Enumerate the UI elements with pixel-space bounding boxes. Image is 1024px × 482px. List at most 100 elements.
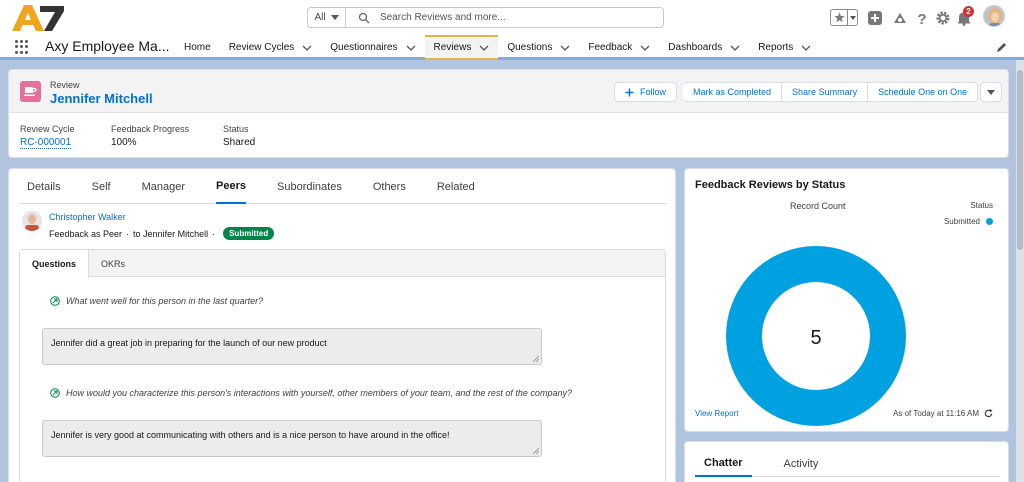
gear-icon[interactable] — [934, 9, 952, 27]
chevron-down-icon[interactable] — [302, 45, 312, 51]
search-input[interactable] — [380, 12, 660, 23]
trailhead-icon[interactable] — [891, 9, 909, 27]
tab-activity[interactable]: Activity — [775, 450, 828, 477]
nav-item-label: Questionnaires — [330, 42, 398, 53]
question-label: How would you characterize this person's… — [66, 388, 572, 398]
resize-grip-icon[interactable] — [532, 447, 539, 454]
refresh-icon[interactable] — [984, 409, 993, 418]
chart-measure-label: Record Count — [790, 201, 846, 211]
tab-okrs[interactable]: OKRs — [89, 250, 137, 277]
question-text: What went well for this person in the la… — [50, 296, 263, 306]
feedback-status-chart-card: Feedback Reviews by Status Record Count … — [684, 168, 1009, 432]
tab-peers[interactable]: Peers — [216, 169, 246, 204]
question-arrow-icon — [50, 388, 60, 398]
nav-item-reports[interactable]: Reports — [749, 35, 820, 60]
separator: · — [212, 228, 216, 239]
chevron-down-icon[interactable] — [730, 45, 740, 51]
status-label: Status — [223, 124, 249, 134]
review-tabs: Details Self Manager Peers Subordinates Other… — [19, 169, 667, 204]
resize-grip-icon[interactable] — [532, 355, 539, 362]
status-badge: Submitted — [223, 227, 275, 240]
favorites-dropdown-button[interactable] — [848, 10, 857, 25]
legend-dot — [986, 218, 993, 225]
feedback-progress-value: 100% — [111, 137, 137, 148]
search-scope-label: All — [314, 12, 326, 23]
chatter-tabs: Chatter Activity — [695, 450, 1000, 477]
feedback-progress-field: Feedback Progress 100% — [111, 124, 189, 148]
chevron-down-icon — [987, 89, 996, 95]
nav-item-label: Review Cycles — [228, 42, 295, 53]
cup-icon — [24, 87, 37, 96]
chevron-down-icon — [330, 15, 339, 20]
nav-item-questionnaires[interactable]: Questionnaires — [321, 35, 424, 60]
nav-item-label: Home — [184, 42, 211, 53]
feedback-type: Feedback as Peer — [49, 228, 123, 239]
chatter-card: Chatter Activity — [684, 441, 1009, 482]
as-of-label: As of Today at 11:16 AM — [893, 409, 979, 418]
nav-item-label: Feedback — [588, 42, 633, 53]
nav-item-review-cycles[interactable]: Review Cycles — [220, 35, 322, 60]
app-launcher-icon[interactable] — [15, 40, 29, 54]
chevron-down-icon[interactable] — [479, 45, 489, 51]
user-avatar[interactable] — [983, 5, 1005, 27]
questions-card: Questions OKRs What went well for this pe… — [19, 249, 666, 482]
donut-chart: 5 — [726, 246, 906, 426]
global-search: All — [307, 7, 664, 28]
a7-logo-icon[interactable] — [10, 3, 66, 33]
edit-nav-icon[interactable] — [996, 42, 1007, 53]
chart-timestamp: As of Today at 11:16 AM — [893, 409, 993, 418]
review-record-icon — [20, 81, 41, 102]
question-label: What went well for this person in the la… — [66, 296, 264, 306]
review-cycle-label: Review Cycle — [20, 124, 75, 134]
search-scope-dropdown[interactable]: All — [308, 8, 346, 27]
nav-item-label: Reports — [758, 42, 794, 53]
help-icon[interactable]: ? — [913, 9, 931, 27]
global-create-icon[interactable] — [866, 9, 884, 27]
tab-subordinates[interactable]: Subordinates — [277, 169, 342, 204]
chevron-down-icon[interactable] — [406, 45, 416, 51]
mark-completed-button[interactable]: Mark as Completed — [683, 82, 783, 102]
record-highlights: Review Jennifer Mitchell Follow Mark as … — [8, 69, 1009, 158]
tab-details[interactable]: Details — [27, 169, 61, 204]
nav-items: Home Review Cycles Questionnaires Reviews Qu… — [175, 35, 820, 60]
legend-label: Submitted — [943, 217, 980, 226]
more-actions-button[interactable] — [980, 82, 1003, 102]
feedback-meta: Feedback as Peer · to Jennifer Mitchell … — [49, 227, 275, 240]
nav-item-reviews[interactable]: Reviews — [424, 35, 499, 60]
scrollbar-thumb[interactable] — [1017, 70, 1023, 250]
chevron-down-icon[interactable] — [560, 45, 570, 51]
star-icon — [833, 12, 845, 23]
chevron-down-icon[interactable] — [640, 45, 650, 51]
share-summary-button[interactable]: Share Summary — [782, 82, 869, 102]
tab-related[interactable]: Related — [437, 169, 475, 204]
review-cycle-field: Review Cycle RC-000001 — [20, 124, 75, 149]
tab-chatter[interactable]: Chatter — [695, 450, 752, 477]
app-name: Axy Employee Ma... — [45, 38, 170, 54]
answer-textarea[interactable]: Jennifer is very good at communicating w… — [42, 420, 542, 457]
nav-item-questions[interactable]: Questions — [498, 35, 579, 60]
reviewer-avatar — [22, 211, 42, 231]
favorite-star-button[interactable] — [831, 10, 848, 25]
tab-others[interactable]: Others — [373, 169, 406, 204]
nav-item-home[interactable]: Home — [175, 35, 220, 60]
nav-item-label: Questions — [507, 42, 553, 53]
tab-self[interactable]: Self — [92, 169, 111, 204]
answer-text: Jennifer did a great job in preparing fo… — [51, 338, 327, 348]
nav-item-label: Reviews — [433, 42, 472, 53]
nav-item-feedback[interactable]: Feedback — [579, 35, 659, 60]
review-cycle-link[interactable]: RC-000001 — [20, 137, 72, 149]
view-report-link[interactable]: View Report — [695, 409, 738, 418]
chevron-down-icon[interactable] — [801, 45, 811, 51]
reviewer-name-link[interactable]: Christopher Walker — [49, 212, 126, 222]
notification-badge: 2 — [963, 6, 974, 17]
tab-questions[interactable]: Questions — [20, 250, 90, 278]
follow-button[interactable]: Follow — [614, 82, 678, 102]
tab-manager[interactable]: Manager — [142, 169, 185, 204]
nav-item-dashboards[interactable]: Dashboards — [659, 35, 749, 60]
schedule-one-on-one-button[interactable]: Schedule One on One — [868, 82, 979, 102]
answer-textarea[interactable]: Jennifer did a great job in preparing fo… — [42, 328, 542, 365]
question-text: How would you characterize this person's… — [50, 388, 572, 398]
search-icon — [358, 12, 370, 23]
legend-item: Submitted — [944, 217, 993, 226]
page-scrollbar[interactable] — [1016, 60, 1024, 482]
